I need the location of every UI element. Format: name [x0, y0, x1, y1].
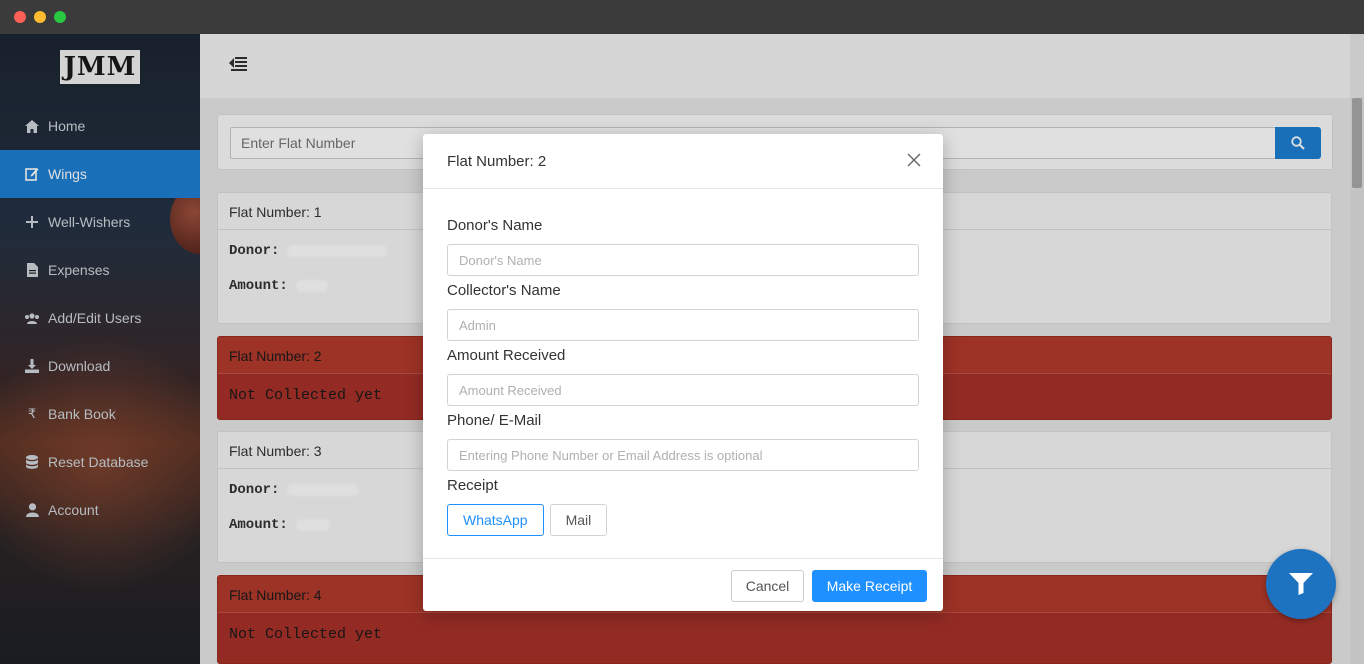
filter-button[interactable] — [1266, 549, 1336, 619]
maximize-window-button[interactable] — [54, 11, 66, 23]
amount-received-label: Amount Received — [447, 347, 566, 364]
receipt-options: WhatsApp Mail — [447, 504, 919, 536]
donor-name-label: Donor's Name — [447, 217, 543, 234]
close-modal-button[interactable] — [907, 153, 921, 167]
window-titlebar — [0, 0, 1364, 34]
modal-footer: Cancel Make Receipt — [423, 558, 943, 611]
whatsapp-receipt-button[interactable]: WhatsApp — [447, 504, 544, 536]
collector-name-input[interactable] — [447, 309, 919, 341]
minimize-window-button[interactable] — [34, 11, 46, 23]
modal-header: Flat Number: 2 — [423, 134, 943, 189]
mail-receipt-button[interactable]: Mail — [549, 504, 608, 536]
close-window-button[interactable] — [14, 11, 26, 23]
phone-email-label: Phone/ E-Mail — [447, 412, 542, 429]
amount-received-input[interactable] — [447, 374, 919, 406]
modal-body: Donor's Name Collector's Name Amount Rec… — [447, 216, 919, 536]
make-receipt-button[interactable]: Make Receipt — [812, 570, 927, 602]
phone-email-input[interactable] — [447, 439, 919, 471]
cancel-button[interactable]: Cancel — [731, 570, 804, 602]
donor-name-input[interactable] — [447, 244, 919, 276]
collector-name-label: Collector's Name — [447, 282, 561, 299]
close-icon — [907, 153, 921, 167]
receipt-label: Receipt — [447, 477, 498, 494]
modal-title: Flat Number: 2 — [447, 152, 547, 170]
filter-icon — [1289, 573, 1313, 595]
receipt-modal: Flat Number: 2 Donor's Name Collector's … — [423, 134, 943, 611]
